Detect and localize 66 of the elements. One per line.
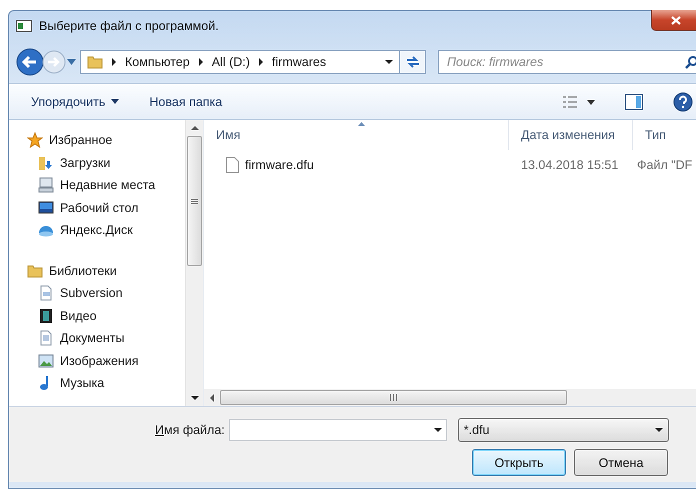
refresh-button[interactable] xyxy=(400,50,426,74)
breadcrumb-item[interactable]: firmwares xyxy=(272,55,326,69)
sort-arrow-icon xyxy=(358,122,365,126)
film-icon xyxy=(38,308,54,324)
horizontal-scrollbar[interactable] xyxy=(204,389,696,406)
breadcrumb-arrow-icon xyxy=(196,58,205,66)
breadcrumb-item[interactable]: All (D:) xyxy=(212,55,250,69)
file-date: 13.04.2018 15:51 xyxy=(521,158,618,172)
organize-button[interactable]: Упорядочить xyxy=(31,92,120,112)
star-icon xyxy=(27,132,43,148)
dropdown-arrow-icon xyxy=(385,58,393,66)
scroll-left-icon xyxy=(208,394,216,402)
dropdown-arrow-icon xyxy=(434,426,442,434)
sidebar-item[interactable]: Недавние места xyxy=(60,178,156,192)
filename-field[interactable] xyxy=(228,419,447,441)
scroll-thumb[interactable] xyxy=(187,136,202,266)
folder-icon xyxy=(87,54,103,70)
view-options-icon[interactable] xyxy=(563,96,595,108)
close-button[interactable] xyxy=(651,10,696,31)
scroll-down-icon xyxy=(190,394,198,402)
column-header[interactable]: Тип xyxy=(633,120,696,150)
file-type-dropdown[interactable]: *.dfu xyxy=(458,418,669,442)
sidebar-group[interactable]: Библиотеки xyxy=(49,264,117,278)
dropdown-arrow-icon xyxy=(111,99,120,104)
breadcrumb-item[interactable]: Компьютер xyxy=(125,55,190,69)
cancel-button[interactable]: Отмена xyxy=(574,449,668,476)
forward-button[interactable] xyxy=(41,49,67,75)
help-icon[interactable] xyxy=(673,92,693,112)
sidebar-item[interactable]: Загрузки xyxy=(60,156,110,170)
computer-icon xyxy=(38,177,54,194)
sidebar-item[interactable]: Рабочий стол xyxy=(60,200,138,215)
download-folder-icon xyxy=(38,154,54,171)
breadcrumb-arrow-icon xyxy=(256,58,265,66)
window-app-icon xyxy=(16,20,32,32)
image-icon xyxy=(38,352,54,369)
open-button[interactable]: Открыть xyxy=(472,449,566,476)
sidebar-item[interactable]: Яндекс.Диск xyxy=(60,223,133,238)
new-folder-button[interactable]: Новая папка xyxy=(149,92,222,112)
history-dropdown-icon[interactable] xyxy=(67,59,76,65)
back-button[interactable] xyxy=(16,48,44,76)
column-header[interactable]: Дата изменения xyxy=(509,120,633,150)
sidebar-item[interactable]: Subversion xyxy=(60,286,123,300)
close-icon xyxy=(671,16,681,24)
refresh-icon xyxy=(406,56,420,68)
sidebar-item[interactable]: Видео xyxy=(60,308,97,323)
file-type: Файл "DF xyxy=(637,158,692,172)
document-icon xyxy=(38,330,54,346)
breadcrumb-arrow-icon xyxy=(110,58,118,66)
library-folder-icon xyxy=(27,262,43,279)
document-icon xyxy=(38,285,54,302)
filename-label: Имя файла: xyxy=(155,423,225,437)
sidebar-item[interactable]: Документы xyxy=(60,331,124,346)
address-bar[interactable]: Компьютер All (D:) firmwares xyxy=(80,50,400,74)
sidebar-group[interactable]: Избранное xyxy=(49,133,112,148)
sidebar-item[interactable]: Музыка xyxy=(60,376,104,390)
vertical-scrollbar[interactable] xyxy=(185,120,203,406)
file-name[interactable]: firmware.dfu xyxy=(245,158,314,172)
dropdown-arrow-icon xyxy=(654,426,663,434)
sidebar-item[interactable]: Изображения xyxy=(60,354,139,368)
desktop-icon xyxy=(38,200,54,216)
scroll-thumb[interactable] xyxy=(220,390,567,405)
scroll-up-icon xyxy=(190,124,198,132)
search-icon xyxy=(685,56,696,68)
preview-pane-icon[interactable] xyxy=(625,94,643,110)
file-icon xyxy=(226,157,239,173)
window-title: Выберите файл с программой. xyxy=(39,19,219,33)
